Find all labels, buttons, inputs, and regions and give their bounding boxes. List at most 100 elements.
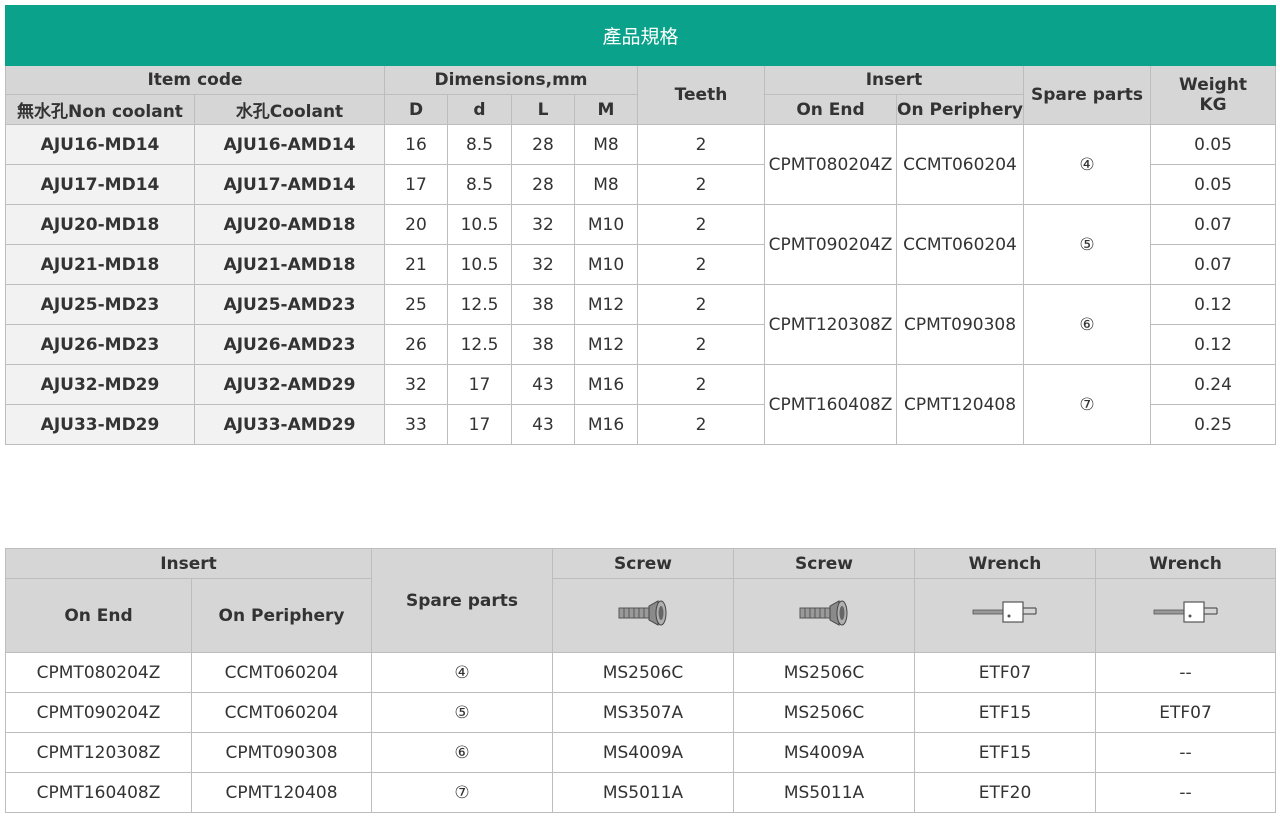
wrench-icon bbox=[1153, 601, 1218, 623]
spare-parts-symbol: ⑦ bbox=[1023, 364, 1151, 445]
on-end-header: On End bbox=[5, 578, 192, 653]
coolant-code: AJU20-AMD18 bbox=[194, 204, 385, 245]
on-end-insert: CPMT090204Z bbox=[764, 204, 897, 285]
screw-icon-cell-1 bbox=[552, 578, 734, 653]
wrench-header-1: Wrench bbox=[914, 548, 1096, 579]
on-periphery-header: On Periphery bbox=[191, 578, 372, 653]
table-row: CPMT120308Z CPMT090308 ⑥ MS4009A MS4009A ETF1… bbox=[5, 732, 1276, 773]
screw-code-2: MS5011A bbox=[733, 772, 915, 813]
wrench-code-1: ETF15 bbox=[914, 692, 1096, 733]
dim-L-value: 38 bbox=[511, 284, 575, 325]
wrench-code-2: ETF07 bbox=[1095, 692, 1276, 733]
weight-value: 0.12 bbox=[1149, 324, 1277, 365]
spec-table: 產品規格 Item code Dimensions,mm Teeth Inser… bbox=[4, 5, 1277, 445]
dim-M-value: M12 bbox=[574, 284, 638, 325]
table-row: AJU20-MD18 AJU20-AMD18 20 10.5 32 M10 2 CPMT090… bbox=[5, 204, 1277, 285]
wrench-icon-cell-2 bbox=[1095, 578, 1276, 653]
non-coolant-header: 無水孔Non coolant bbox=[5, 94, 195, 125]
dim-d-value: 10.5 bbox=[447, 204, 512, 245]
dim-L-value: 28 bbox=[511, 124, 575, 165]
weight-value: 0.12 bbox=[1149, 284, 1277, 325]
teeth-value: 2 bbox=[637, 324, 765, 365]
wrench-header-2: Wrench bbox=[1095, 548, 1276, 579]
on-periphery-insert: CPMT090308 bbox=[191, 732, 372, 773]
insert-header: Insert bbox=[764, 65, 1024, 95]
spare-parts-symbol: ⑦ bbox=[371, 772, 553, 813]
dim-D-value: 26 bbox=[384, 324, 448, 365]
screw-code-1: MS4009A bbox=[552, 732, 734, 773]
teeth-value: 2 bbox=[637, 364, 765, 405]
dim-D-value: 33 bbox=[384, 404, 448, 445]
screw-header-2: Screw bbox=[733, 548, 915, 579]
wrench-code-2: -- bbox=[1095, 732, 1276, 773]
weight-header: Weight KG bbox=[1149, 65, 1277, 125]
non-coolant-code: AJU32-MD29 bbox=[5, 364, 195, 405]
dim-D-value: 32 bbox=[384, 364, 448, 405]
on-periphery-header: On Periphery bbox=[896, 94, 1024, 125]
wrench-code-1: ETF20 bbox=[914, 772, 1096, 813]
weight-value: 0.05 bbox=[1149, 124, 1277, 165]
on-end-insert: CPMT160408Z bbox=[5, 772, 192, 813]
table-row: CPMT080204Z CCMT060204 ④ MS2506C MS2506C ETF0… bbox=[5, 652, 1276, 693]
coolant-code: AJU26-AMD23 bbox=[194, 324, 385, 365]
dim-L-value: 43 bbox=[511, 404, 575, 445]
screw-code-1: MS5011A bbox=[552, 772, 734, 813]
wrench-code-2: -- bbox=[1095, 652, 1276, 693]
spare-parts-symbol: ⑥ bbox=[371, 732, 553, 773]
dim-L-value: 32 bbox=[511, 244, 575, 285]
non-coolant-code: AJU17-MD14 bbox=[5, 164, 195, 205]
teeth-value: 2 bbox=[637, 124, 765, 165]
dim-M-value: M16 bbox=[574, 404, 638, 445]
on-periphery-insert: CPMT120408 bbox=[896, 364, 1024, 445]
dimensions-header: Dimensions,mm bbox=[384, 65, 638, 95]
non-coolant-code: AJU26-MD23 bbox=[5, 324, 195, 365]
on-periphery-insert: CCMT060204 bbox=[896, 124, 1024, 205]
teeth-value: 2 bbox=[637, 164, 765, 205]
on-end-header: On End bbox=[764, 94, 897, 125]
teeth-header: Teeth bbox=[637, 65, 765, 125]
teeth-value: 2 bbox=[637, 404, 765, 445]
dim-D-value: 16 bbox=[384, 124, 448, 165]
wrench-code-1: ETF15 bbox=[914, 732, 1096, 773]
wrench-code-1: ETF07 bbox=[914, 652, 1096, 693]
on-end-insert: CPMT090204Z bbox=[5, 692, 192, 733]
dim-L-value: 43 bbox=[511, 364, 575, 405]
weight-value: 0.05 bbox=[1149, 164, 1277, 205]
weight-value: 0.24 bbox=[1149, 364, 1277, 405]
dim-d-header: d bbox=[447, 94, 512, 125]
non-coolant-code: AJU16-MD14 bbox=[5, 124, 195, 165]
screw-code-2: MS4009A bbox=[733, 732, 915, 773]
teeth-value: 2 bbox=[637, 244, 765, 285]
dim-L-value: 28 bbox=[511, 164, 575, 205]
dim-d-value: 8.5 bbox=[447, 124, 512, 165]
spare-parts-symbol: ④ bbox=[371, 652, 553, 693]
on-periphery-insert: CPMT090308 bbox=[896, 284, 1024, 365]
table-row: CPMT160408Z CPMT120408 ⑦ MS5011A MS5011A ETF2… bbox=[5, 772, 1276, 813]
item-code-header: Item code bbox=[5, 65, 385, 95]
table-row: AJU25-MD23 AJU25-AMD23 25 12.5 38 M12 2 CPMT120… bbox=[5, 284, 1277, 365]
insert-header: Insert bbox=[5, 548, 372, 579]
screw-icon-cell-2 bbox=[733, 578, 915, 653]
spare-parts-symbol: ④ bbox=[1023, 124, 1151, 205]
dim-M-value: M12 bbox=[574, 324, 638, 365]
screw-code-2: MS2506C bbox=[733, 692, 915, 733]
wrench-icon bbox=[972, 601, 1037, 623]
table-row: AJU32-MD29 AJU32-AMD29 32 17 43 M16 2 CPMT16040… bbox=[5, 364, 1277, 445]
on-end-insert: CPMT160408Z bbox=[764, 364, 897, 445]
teeth-value: 2 bbox=[637, 284, 765, 325]
on-periphery-insert: CPMT120408 bbox=[191, 772, 372, 813]
weight-value: 0.25 bbox=[1149, 404, 1277, 445]
coolant-header: 水孔Coolant bbox=[194, 94, 385, 125]
on-end-insert: CPMT080204Z bbox=[764, 124, 897, 205]
screw-icon bbox=[618, 600, 667, 626]
coolant-code: AJU33-AMD29 bbox=[194, 404, 385, 445]
screw-code-2: MS2506C bbox=[733, 652, 915, 693]
table-title: 產品規格 bbox=[4, 5, 1277, 66]
on-periphery-insert: CCMT060204 bbox=[191, 692, 372, 733]
weight-label: Weight bbox=[1179, 75, 1247, 95]
coolant-code: AJU21-AMD18 bbox=[194, 244, 385, 285]
on-periphery-insert: CCMT060204 bbox=[191, 652, 372, 693]
screw-code-1: MS3507A bbox=[552, 692, 734, 733]
coolant-code: AJU25-AMD23 bbox=[194, 284, 385, 325]
wrench-icon-cell-1 bbox=[914, 578, 1096, 653]
